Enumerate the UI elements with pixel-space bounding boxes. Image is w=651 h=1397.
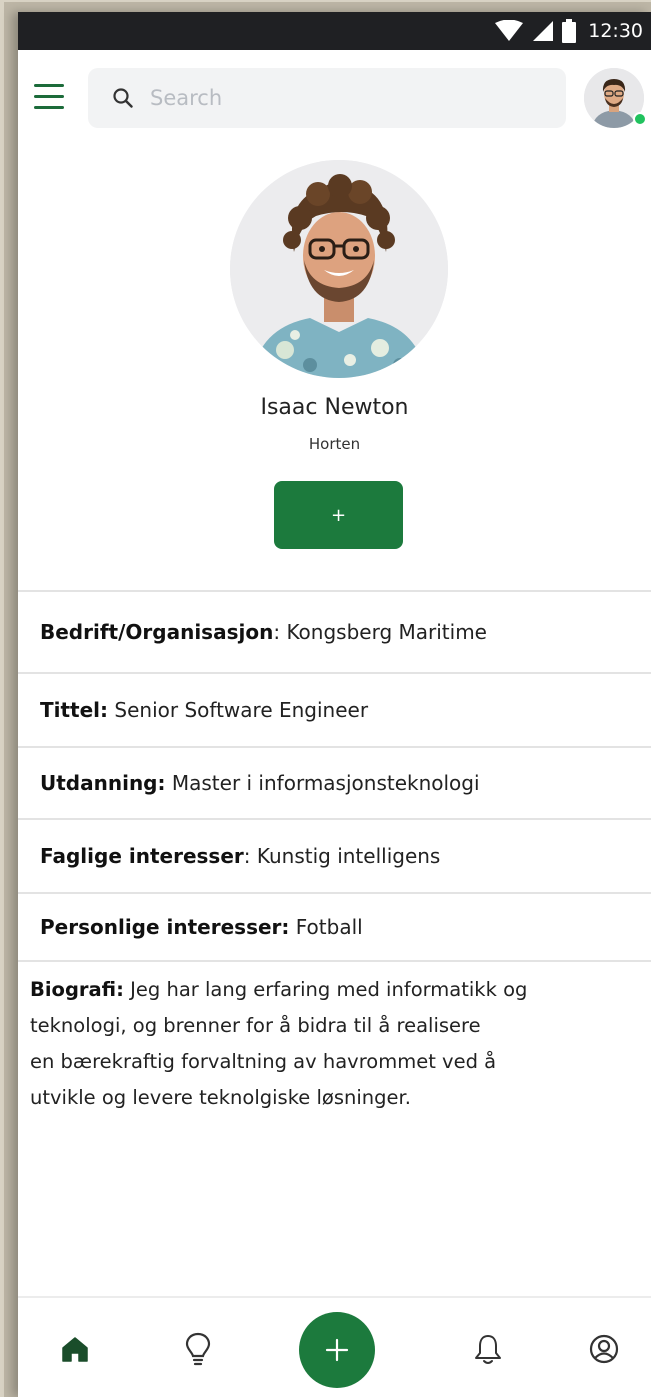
bio-line: Jeg har lang erfaring med informatikk og	[123, 978, 528, 1001]
biography: Biografi: Jeg har lang erfaring med info…	[30, 972, 645, 1116]
profile-name: Isaac Newton	[260, 395, 409, 420]
detail-label: Bedrift/Organisasjon	[40, 620, 274, 644]
detail-row-professional-interests: Faglige interesser: Kunstig intelligens	[18, 818, 651, 892]
detail-label: Faglige interesser	[40, 844, 244, 868]
detail-row-personal-interests: Personlige interesser: Fotball	[18, 892, 651, 962]
nav-ideas[interactable]	[168, 1298, 228, 1397]
profile-icon	[589, 1334, 619, 1363]
profile-location: Horten	[308, 435, 361, 453]
add-icon	[325, 1338, 349, 1362]
battery-icon	[562, 19, 577, 43]
detail-value: Senior Software Engineer	[114, 698, 369, 722]
wifi-icon	[495, 20, 524, 41]
profile-photo	[230, 160, 448, 378]
bell-icon	[475, 1334, 501, 1364]
search-bar[interactable]: Search	[88, 68, 566, 128]
bio-line: teknologi, og brenner for å bidra til å …	[30, 1014, 481, 1037]
status-time: 12:30	[588, 20, 643, 42]
bio-line: en bærekraftig forvaltning av havrommet …	[30, 1050, 497, 1073]
detail-row-education: Utdanning: Master i informasjonsteknolog…	[18, 746, 651, 818]
phone-screen: 12:30 Search Isaac Newton Horten + Bedri…	[18, 12, 651, 1397]
detail-row-company: Bedrift/Organisasjon: Kongsberg Maritime	[18, 590, 651, 672]
detail-label: Tittel:	[40, 698, 109, 722]
bio-line: utvikle og levere teknolgiske løsninger.	[30, 1086, 411, 1109]
status-bar: 12:30	[18, 12, 651, 50]
bio-label: Biografi:	[30, 978, 124, 1001]
detail-value: Kunstig intelligens	[256, 844, 441, 868]
add-connection-button[interactable]: +	[274, 481, 403, 549]
detail-separator: :	[273, 620, 287, 644]
detail-value: Kongsberg Maritime	[286, 620, 487, 644]
detail-row-title: Tittel: Senior Software Engineer	[18, 672, 651, 746]
search-icon	[113, 88, 133, 108]
home-icon	[62, 1336, 88, 1362]
search-input[interactable]: Search	[150, 86, 222, 110]
create-fab-button[interactable]	[299, 1312, 375, 1388]
hamburger-menu-icon[interactable]	[34, 84, 68, 114]
nav-home[interactable]	[45, 1298, 105, 1397]
nav-profile[interactable]	[574, 1298, 634, 1397]
lightbulb-icon	[185, 1332, 211, 1365]
user-avatar-button[interactable]	[584, 68, 647, 128]
detail-label: Utdanning:	[40, 771, 166, 795]
signal-icon	[533, 21, 554, 41]
detail-value: Master i informasjonsteknologi	[171, 771, 480, 795]
nav-notifications[interactable]	[458, 1298, 518, 1397]
detail-label: Personlige interesser:	[40, 915, 290, 939]
detail-separator: :	[243, 844, 257, 868]
online-status-dot	[633, 112, 647, 126]
detail-value: Fotball	[295, 915, 363, 939]
